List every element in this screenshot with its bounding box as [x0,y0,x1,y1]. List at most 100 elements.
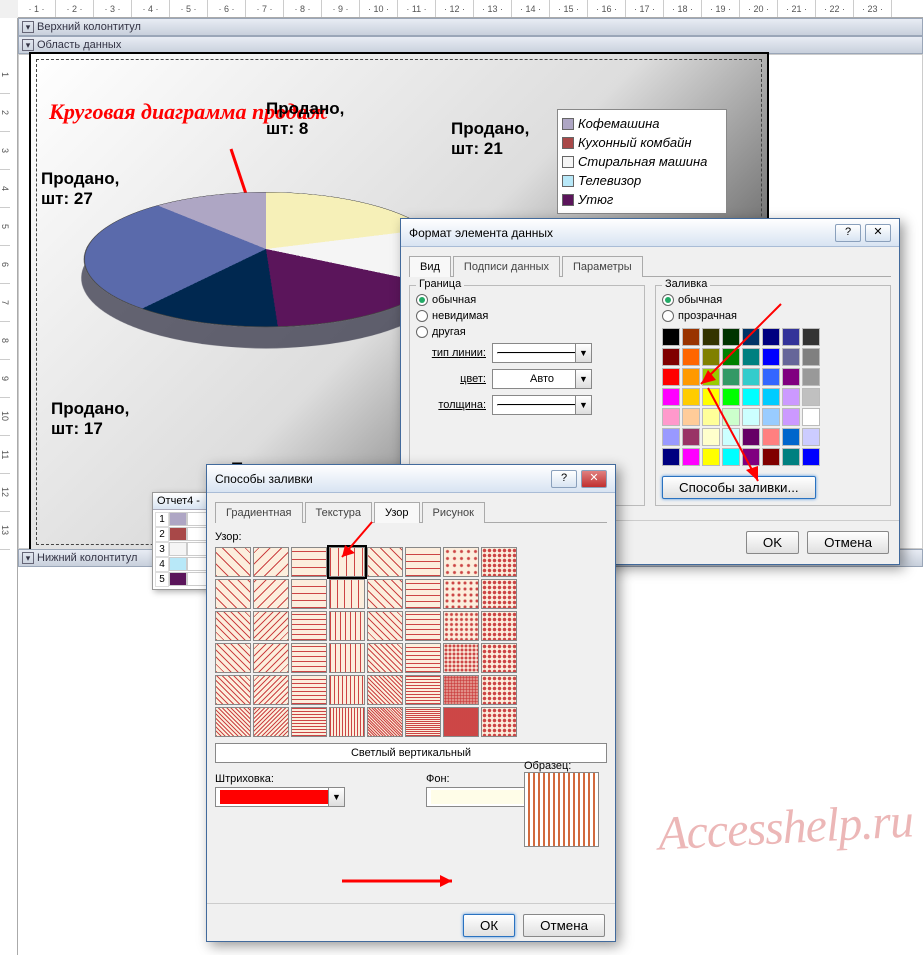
legend-item[interactable]: Стиральная машина [562,152,722,171]
legend-item[interactable]: Телевизор [562,171,722,190]
pattern-cell[interactable] [367,675,403,705]
pattern-cell[interactable] [405,547,441,577]
weight-label: толщина: [416,399,486,411]
weight-combo[interactable]: ▼ [492,395,592,415]
row-swatch[interactable] [169,542,187,556]
pattern-cell[interactable] [329,579,365,609]
pattern-cell[interactable] [329,643,365,673]
pattern-cell[interactable] [253,547,289,577]
pattern-cell[interactable] [367,707,403,737]
pattern-cell[interactable] [481,643,517,673]
radio-border-normal[interactable]: обычная [416,292,638,308]
pattern-cell[interactable] [443,675,479,705]
pattern-cell[interactable] [329,707,365,737]
pattern-cell[interactable] [367,611,403,641]
hatch-color-combo[interactable]: ▼ [215,787,345,807]
legend-item[interactable]: Утюг [562,190,722,209]
tab-data-labels[interactable]: Подписи данных [453,256,560,277]
help-button[interactable]: ? [551,470,577,488]
help-button[interactable]: ? [835,224,861,242]
pattern-cell[interactable] [481,579,517,609]
pattern-cell[interactable] [253,611,289,641]
pattern-cell[interactable] [215,643,251,673]
pattern-cell[interactable] [481,547,517,577]
color-cell[interactable] [662,408,680,426]
legend-item[interactable]: Кухонный комбайн [562,133,722,152]
pattern-cell[interactable] [443,707,479,737]
dialog-titlebar[interactable]: Способы заливки ? ✕ [207,465,615,493]
pattern-cell[interactable] [443,643,479,673]
collapse-icon[interactable]: ▾ [22,21,34,33]
pattern-cell[interactable] [253,579,289,609]
ok-button[interactable]: OK [746,531,799,554]
close-button[interactable]: ✕ [581,470,607,488]
pattern-cell[interactable] [253,643,289,673]
pattern-grid[interactable] [215,547,607,737]
pattern-cell[interactable] [215,579,251,609]
pattern-cell[interactable] [215,611,251,641]
pattern-cell[interactable] [215,675,251,705]
pattern-cell[interactable] [367,643,403,673]
chevron-down-icon[interactable]: ▼ [575,370,591,388]
data-label: Продано,шт: 8 [266,99,344,139]
ok-button[interactable]: ОК [463,914,515,937]
pattern-cell[interactable] [405,707,441,737]
pattern-cell[interactable] [291,643,327,673]
row-swatch[interactable] [169,512,187,526]
pattern-cell[interactable] [253,675,289,705]
pattern-cell[interactable] [215,547,251,577]
pattern-cell[interactable] [291,579,327,609]
pattern-cell[interactable] [367,579,403,609]
radio-border-other[interactable]: другая [416,324,638,340]
section-report-header[interactable]: ▾ Верхний колонтитул [18,18,923,36]
chevron-down-icon[interactable]: ▼ [575,344,591,362]
pattern-cell[interactable] [443,579,479,609]
tab-gradient[interactable]: Градиентная [215,502,303,523]
pattern-cell[interactable] [443,611,479,641]
close-button[interactable]: ✕ [865,224,891,242]
pattern-cell[interactable] [405,579,441,609]
color-combo[interactable]: Авто▼ [492,369,592,389]
color-cell[interactable] [662,368,680,386]
pattern-cell[interactable] [443,547,479,577]
collapse-icon[interactable]: ▾ [22,552,34,564]
pattern-cell[interactable] [291,707,327,737]
pattern-cell[interactable] [215,707,251,737]
pattern-cell[interactable] [481,611,517,641]
dialog-titlebar[interactable]: Формат элемента данных ? ✕ [401,219,899,247]
pattern-cell[interactable] [481,675,517,705]
pattern-cell[interactable] [253,707,289,737]
pattern-cell[interactable] [405,611,441,641]
sample-section: Образец: [524,760,599,847]
tab-picture[interactable]: Рисунок [422,502,486,523]
color-cell[interactable] [662,428,680,446]
color-cell[interactable] [662,348,680,366]
pattern-cell[interactable] [329,675,365,705]
row-swatch[interactable] [169,557,187,571]
pattern-cell[interactable] [329,611,365,641]
pattern-cell[interactable] [405,675,441,705]
pattern-cell[interactable] [481,707,517,737]
pattern-cell[interactable] [291,675,327,705]
pie-chart[interactable] [86,134,446,384]
tab-params[interactable]: Параметры [562,256,643,277]
row-swatch[interactable] [169,572,187,586]
color-cell[interactable] [662,448,680,466]
collapse-icon[interactable]: ▾ [22,39,34,51]
cancel-button[interactable]: Отмена [807,531,889,554]
row-swatch[interactable] [169,527,187,541]
cancel-button[interactable]: Отмена [523,914,605,937]
chevron-down-icon[interactable]: ▼ [575,396,591,414]
chart-legend[interactable]: КофемашинаКухонный комбайнСтиральная маш… [557,109,727,214]
line-type-combo[interactable]: ▼ [492,343,592,363]
tab-view[interactable]: Вид [409,256,451,277]
pattern-cell[interactable] [405,643,441,673]
data-label: Продано,шт: 27 [41,169,119,209]
chevron-down-icon[interactable]: ▼ [328,788,344,806]
pattern-cell[interactable] [291,611,327,641]
color-cell[interactable] [662,328,680,346]
radio-border-invisible[interactable]: невидимая [416,308,638,324]
pattern-cell[interactable] [291,547,327,577]
legend-item[interactable]: Кофемашина [562,114,722,133]
color-cell[interactable] [662,388,680,406]
